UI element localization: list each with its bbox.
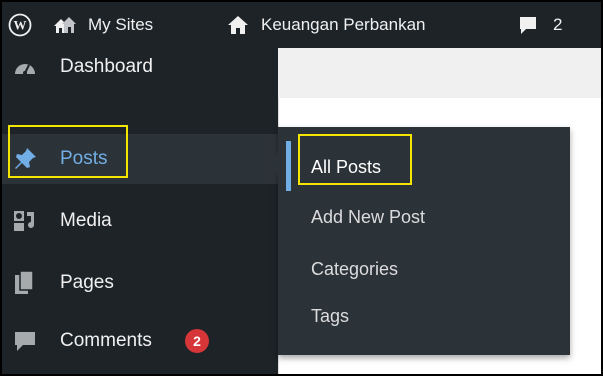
submenu-item-all-posts[interactable]: All Posts	[311, 152, 381, 182]
media-icon	[12, 208, 38, 234]
svg-text:W: W	[14, 18, 27, 33]
dashboard-icon	[12, 54, 38, 80]
current-item-indicator	[286, 141, 291, 191]
pages-icon	[12, 270, 38, 296]
submenu-item-categories[interactable]: Categories	[311, 254, 398, 284]
plus-icon	[598, 17, 601, 33]
sidebar-item-comments[interactable]: Comments 2	[2, 316, 278, 366]
new-content-button[interactable]	[598, 2, 601, 48]
home-icon	[227, 15, 249, 35]
sidebar-item-dashboard[interactable]: Dashboard	[2, 42, 278, 92]
sidebar-item-label: Pages	[60, 272, 114, 293]
comment-bubble-icon	[517, 14, 539, 36]
sidebar-item-label: Comments	[60, 330, 152, 351]
sidebar-item-label: Media	[60, 210, 112, 231]
comments-toolbar-button[interactable]: 2	[517, 2, 562, 48]
submenu-pointer	[266, 152, 278, 176]
sidebar-item-posts[interactable]: Posts	[2, 134, 278, 184]
comments-count-badge: 2	[185, 329, 209, 353]
submenu-item-label: Tags	[311, 305, 350, 326]
comments-icon	[12, 328, 38, 354]
admin-sidebar: Dashboard Posts Media Pages Comments 2	[2, 48, 278, 374]
sidebar-item-label: Posts	[60, 148, 108, 169]
pushpin-icon	[12, 146, 38, 172]
sidebar-item-pages[interactable]: Pages	[2, 258, 278, 308]
submenu-item-tags[interactable]: Tags	[311, 301, 349, 331]
posts-submenu: All Posts Add New Post Categories Tags	[266, 127, 570, 355]
submenu-item-label: Categories	[311, 258, 399, 279]
submenu-item-add-new-post[interactable]: Add New Post	[311, 202, 425, 232]
submenu-item-label: All Posts	[311, 156, 382, 177]
wordpress-icon: W	[8, 13, 32, 37]
submenu-item-label: Add New Post	[311, 206, 426, 227]
my-sites-label: My Sites	[88, 15, 154, 34]
screenshot-frame: W My Sites Keuangan Perbankan 2 Dashboar…	[0, 0, 603, 376]
sidebar-item-media[interactable]: Media	[2, 196, 278, 246]
sidebar-item-label: Dashboard	[60, 56, 153, 77]
site-name-label: Keuangan Perbankan	[261, 15, 426, 34]
comments-count: 2	[553, 15, 563, 34]
network-sites-icon	[52, 14, 78, 36]
